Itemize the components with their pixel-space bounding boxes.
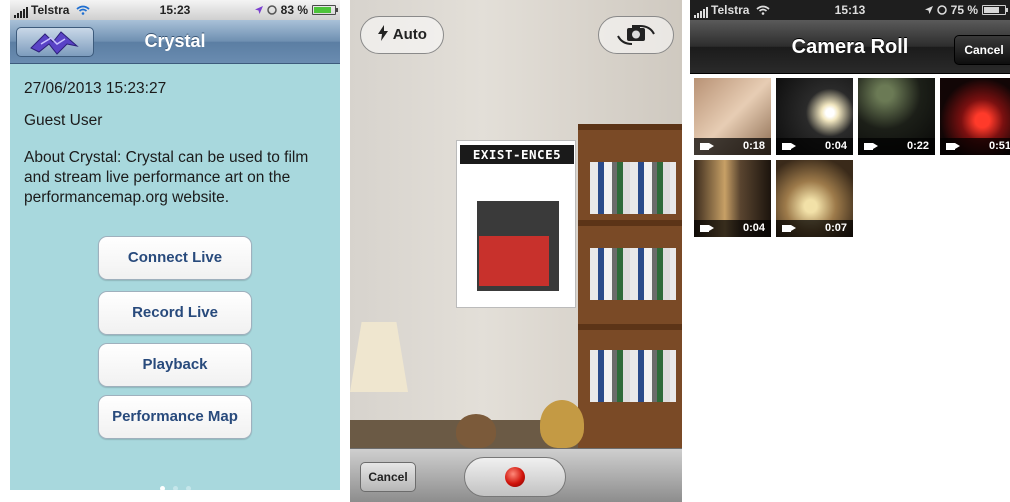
camera-toolbar: Cancel [350, 448, 682, 502]
video-info-bar: 0:04 [694, 220, 771, 237]
location-arrow-icon [924, 6, 933, 14]
video-camera-icon [946, 143, 955, 150]
lock-rotation-icon [267, 5, 278, 15]
performance-map-button[interactable]: Performance Map [98, 395, 252, 439]
battery-icon [982, 5, 1008, 15]
battery-icon [312, 5, 338, 15]
video-info-bar: 0:04 [776, 138, 853, 155]
poster-red-panel [479, 236, 549, 286]
video-thumbnail[interactable]: 0:07 [776, 160, 853, 237]
status-bar: Telstra 15:23 83 % [10, 0, 340, 20]
about-text: About Crystal: Crystal can be used to fi… [24, 149, 309, 206]
camera-roll-screen: Telstra 15:13 75 % Camera Roll Cancel 0:… [690, 0, 1010, 502]
video-duration: 0:04 [742, 222, 765, 234]
video-camera-icon [700, 143, 709, 150]
camera-flip-button[interactable] [598, 16, 674, 54]
cancel-button[interactable]: Cancel [954, 35, 1010, 65]
video-duration: 0:51 [988, 140, 1010, 152]
video-duration: 0:22 [906, 140, 929, 152]
bottom-strip [10, 490, 340, 502]
video-thumbnail[interactable]: 0:51 [940, 78, 1010, 155]
crystal-home-screen: Telstra 15:23 83 % Crystal 27/06/2013 15… [10, 0, 340, 502]
datetime-label: 27/06/2013 15:23:27 [24, 80, 167, 97]
video-camera-icon [864, 143, 873, 150]
connect-live-button[interactable]: Connect Live [98, 236, 252, 280]
poster: EXIST-ENCE5 [456, 140, 576, 308]
video-thumbnail[interactable]: 0:22 [858, 78, 935, 155]
video-camera-icon [782, 225, 791, 232]
battery-percent-text: 83 % [280, 3, 308, 17]
video-camera-icon [782, 143, 791, 150]
video-duration: 0:07 [824, 222, 847, 234]
poster-title: EXIST-ENCE5 [460, 145, 574, 164]
lock-rotation-icon [937, 5, 948, 15]
status-bar: Telstra 15:13 75 % [690, 0, 1010, 20]
flash-label: Auto [392, 26, 427, 43]
record-dot-icon [505, 467, 525, 487]
video-duration: 0:04 [824, 140, 847, 152]
location-arrow-icon [254, 6, 263, 14]
nav-title: Crystal [144, 31, 206, 51]
video-thumbnail[interactable]: 0:18 [694, 78, 771, 155]
camera-viewfinder: EXIST-ENCE5 [350, 0, 682, 448]
video-duration: 0:18 [742, 140, 765, 152]
lamp [350, 322, 408, 392]
video-camera-icon [700, 225, 709, 232]
user-label: Guest User [24, 112, 103, 129]
flash-icon [378, 25, 389, 41]
video-info-bar: 0:51 [940, 138, 1010, 155]
battery-percent-text: 75 % [950, 3, 978, 17]
flash-auto-button[interactable]: Auto [360, 16, 444, 54]
video-info-bar: 0:18 [694, 138, 771, 155]
nav-bar: Crystal [10, 20, 340, 64]
camera-screen: EXIST-ENCE5 Auto Cancel [350, 0, 682, 502]
video-thumbnail[interactable]: 0:04 [694, 160, 771, 237]
playback-button[interactable]: Playback [98, 343, 252, 387]
video-info-bar: 0:07 [776, 220, 853, 237]
record-button[interactable] [464, 457, 566, 497]
battery-percent: 83 % [254, 3, 308, 17]
record-live-button[interactable]: Record Live [98, 291, 252, 335]
teddy-bear [540, 400, 584, 448]
battery-percent: 75 % [924, 3, 978, 17]
bookshelf [578, 124, 682, 448]
cancel-button[interactable]: Cancel [360, 462, 416, 492]
camera-flip-icon [617, 25, 655, 45]
nav-bar: Camera Roll Cancel [690, 20, 1010, 74]
video-thumbnail[interactable]: 0:04 [776, 78, 853, 155]
video-info-bar: 0:22 [858, 138, 935, 155]
teddy-bear [456, 414, 496, 448]
